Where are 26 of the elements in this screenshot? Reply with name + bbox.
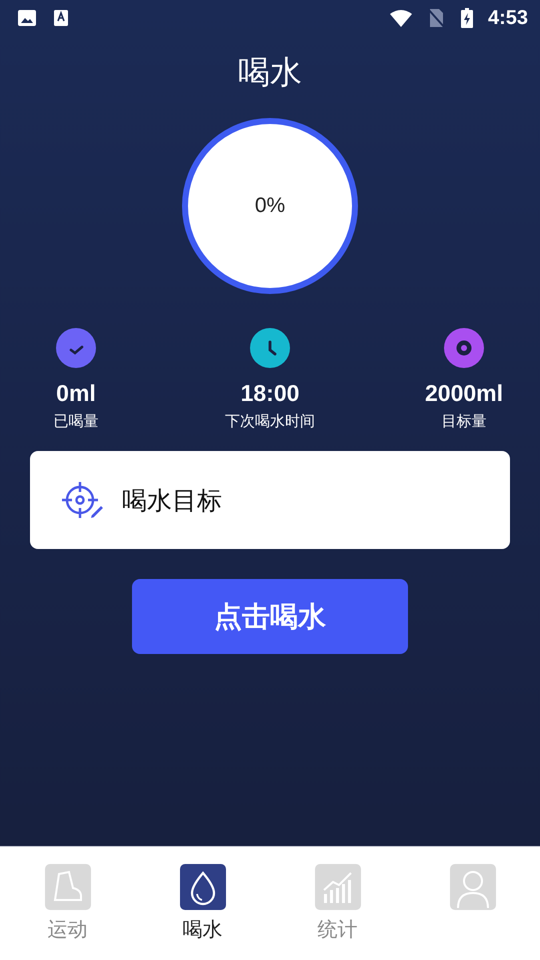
nav-tab[interactable]: 运动 bbox=[0, 847, 135, 960]
water-drop-icon bbox=[180, 864, 226, 910]
shoe-icon bbox=[44, 864, 90, 910]
image-icon bbox=[17, 9, 37, 27]
wifi-icon bbox=[388, 9, 413, 27]
font-icon bbox=[53, 9, 69, 27]
drink-button[interactable]: 点击喝水 bbox=[132, 579, 408, 654]
clock-icon bbox=[250, 328, 290, 368]
goal-label: 喝水目标 bbox=[122, 484, 222, 516]
stat-label: 目标量 bbox=[442, 412, 486, 431]
stat-value: 18:00 bbox=[240, 380, 300, 407]
progress-percent: 0% bbox=[254, 194, 286, 218]
nav-tab[interactable]: 统计 bbox=[270, 847, 405, 960]
stat-value: 2000ml bbox=[424, 380, 503, 407]
check-icon bbox=[56, 328, 96, 368]
target-icon bbox=[444, 328, 484, 368]
goal-card[interactable]: 喝水目标 bbox=[30, 451, 510, 549]
stat-value: 0ml bbox=[56, 380, 96, 407]
nav-tab[interactable]: 喝水 bbox=[135, 847, 270, 960]
status-time: 4:53 bbox=[488, 6, 528, 30]
stat-label: 下次喝水时间 bbox=[225, 412, 315, 431]
person-icon bbox=[450, 864, 496, 910]
battery-charging-icon bbox=[460, 8, 474, 28]
bar-chart-icon bbox=[314, 864, 360, 910]
stat-label: 已喝量 bbox=[54, 412, 98, 431]
page-title: 喝水 bbox=[238, 52, 302, 93]
